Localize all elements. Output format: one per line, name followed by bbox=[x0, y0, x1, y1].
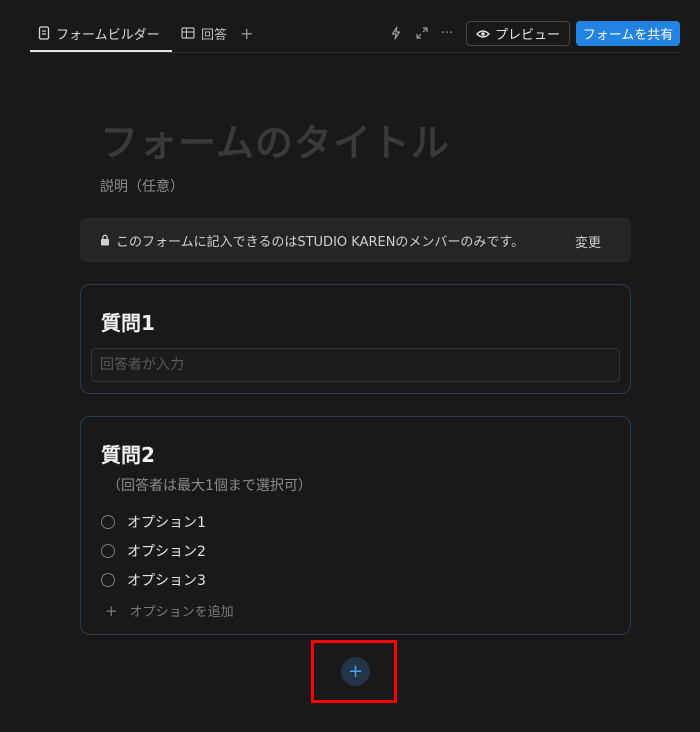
plus-icon: + bbox=[347, 661, 364, 682]
question-title[interactable]: 質問1 bbox=[101, 307, 155, 336]
question-hint: （回答者は最大1個まで選択可） bbox=[107, 478, 312, 494]
plus-icon: + bbox=[105, 601, 118, 620]
add-option-button[interactable]: + オプションを追加 bbox=[105, 601, 234, 621]
add-tab-button[interactable]: + bbox=[240, 22, 253, 44]
automation-button[interactable] bbox=[387, 24, 405, 42]
more-icon: ··· bbox=[440, 25, 454, 41]
table-icon bbox=[181, 27, 195, 39]
option-label[interactable]: オプション1 bbox=[127, 512, 206, 532]
option-3[interactable]: オプション3 bbox=[101, 570, 206, 590]
eye-icon bbox=[476, 29, 490, 39]
access-notice: このフォームに記入できるのはSTUDIO KARENのメンバーのみです。 変更 bbox=[80, 218, 631, 262]
question-title[interactable]: 質問2 bbox=[101, 439, 155, 468]
add-question-button[interactable]: + bbox=[341, 657, 370, 686]
radio-icon[interactable] bbox=[101, 573, 115, 587]
tab-form-builder[interactable]: フォームビルダー bbox=[38, 22, 160, 44]
change-access-button[interactable]: 変更 bbox=[575, 232, 601, 251]
expand-icon bbox=[416, 27, 428, 39]
option-label[interactable]: オプション2 bbox=[127, 541, 206, 561]
option-1[interactable]: オプション1 bbox=[101, 512, 206, 532]
radio-icon[interactable] bbox=[101, 515, 115, 529]
top-bar-divider bbox=[30, 52, 680, 53]
option-label[interactable]: オプション3 bbox=[127, 570, 206, 590]
plus-icon: + bbox=[240, 23, 254, 43]
lightning-icon bbox=[391, 26, 401, 40]
option-2[interactable]: オプション2 bbox=[101, 541, 206, 561]
access-notice-text: このフォームに記入できるのはSTUDIO KARENのメンバーのみです。 bbox=[116, 234, 525, 250]
expand-button[interactable] bbox=[413, 24, 431, 42]
preview-button-label: プレビュー bbox=[494, 28, 560, 43]
tab-form-builder-label: フォームビルダー bbox=[56, 27, 160, 43]
add-option-label: オプションを追加 bbox=[129, 605, 234, 620]
radio-icon[interactable] bbox=[101, 544, 115, 558]
preview-button[interactable]: プレビュー bbox=[466, 21, 570, 46]
top-bar: フォームビルダー 回答 + ··· プレビュー フォームを共有 bbox=[0, 0, 700, 54]
tab-responses-label: 回答 bbox=[201, 27, 228, 43]
question-card-1[interactable]: 質問1 bbox=[80, 284, 631, 394]
document-icon bbox=[38, 26, 50, 40]
form-title-field[interactable]: フォームのタイトル bbox=[100, 112, 450, 167]
form-description-field[interactable]: 説明（任意） bbox=[100, 176, 184, 196]
lock-icon bbox=[100, 234, 110, 246]
share-form-button[interactable]: フォームを共有 bbox=[576, 21, 680, 46]
question-card-2[interactable]: 質問2 （回答者は最大1個まで選択可） オプション1 オプション2 オプション3… bbox=[80, 416, 631, 635]
answer-input[interactable] bbox=[91, 348, 620, 382]
tab-responses[interactable]: 回答 bbox=[181, 22, 227, 44]
share-form-button-label: フォームを共有 bbox=[582, 28, 674, 43]
more-options-button[interactable]: ··· bbox=[438, 24, 456, 42]
